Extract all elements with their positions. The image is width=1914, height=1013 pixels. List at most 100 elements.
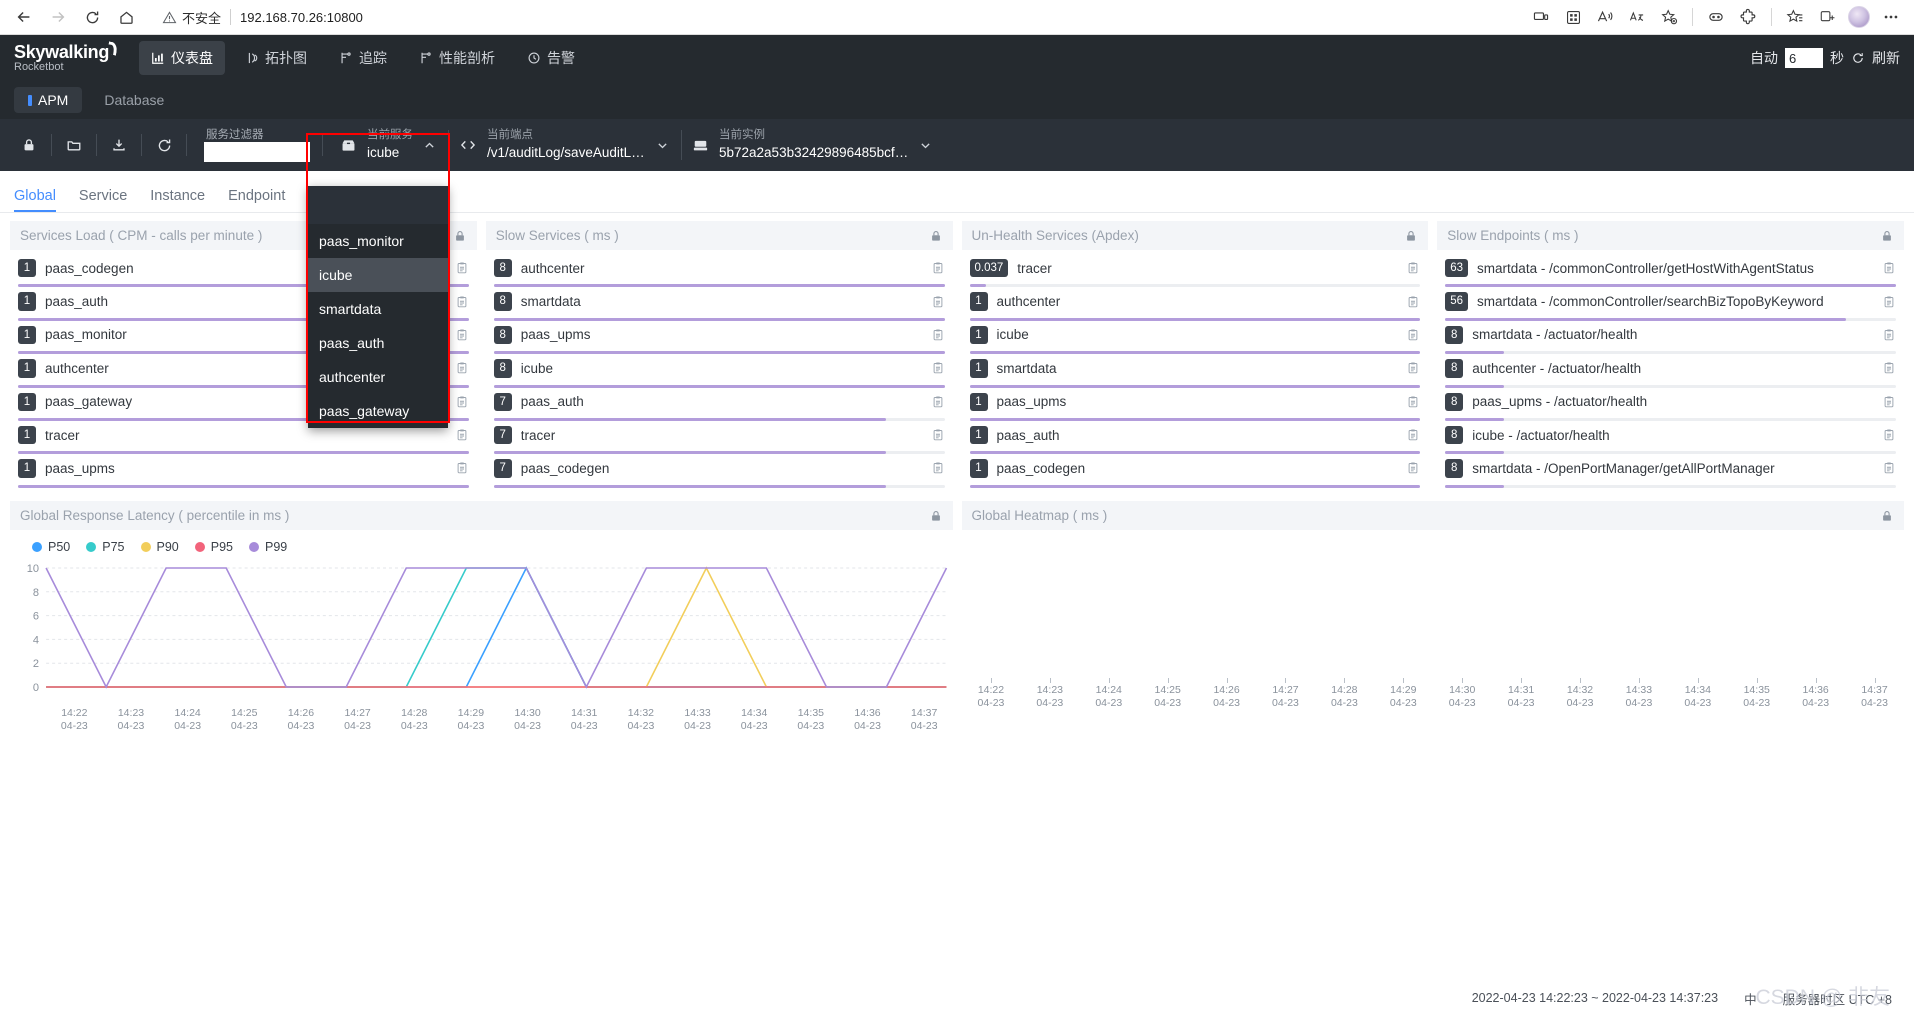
refresh-label[interactable]: 刷新 — [1872, 48, 1900, 68]
extensions-icon[interactable] — [1733, 2, 1763, 32]
tab-global[interactable]: Global — [14, 188, 70, 213]
list-item[interactable]: 7 tracer — [493, 421, 945, 455]
apps-grid-icon[interactable] — [1558, 2, 1588, 32]
list-item[interactable]: 1 paas_codegen — [969, 454, 1421, 488]
legend-item[interactable]: P90 — [140, 540, 179, 554]
copy-icon[interactable] — [455, 361, 469, 375]
copy-icon[interactable] — [1882, 261, 1896, 275]
dropdown-item-paas-gateway[interactable]: paas_gateway — [308, 394, 448, 428]
list-item[interactable]: 7 paas_codegen — [493, 454, 945, 488]
address-bar[interactable]: 不安全 192.168.70.26:10800 — [152, 4, 1516, 30]
list-item[interactable]: 8 authcenter — [493, 254, 945, 288]
dropdown-item-paas-auth[interactable]: paas_auth — [308, 326, 448, 360]
list-item[interactable]: 1 authcenter — [969, 287, 1421, 321]
lock-icon[interactable] — [453, 229, 467, 243]
copy-icon[interactable] — [931, 295, 945, 309]
auto-refresh-interval-input[interactable] — [1785, 48, 1823, 68]
copy-icon[interactable] — [1882, 395, 1896, 409]
copy-icon[interactable] — [455, 295, 469, 309]
legend-item[interactable]: P95 — [194, 540, 233, 554]
copy-icon[interactable] — [455, 328, 469, 342]
legend-item[interactable]: P50 — [32, 540, 70, 554]
nav-item-trace[interactable]: 追踪 — [327, 41, 399, 75]
copy-icon[interactable] — [1406, 428, 1420, 442]
copy-icon[interactable] — [931, 428, 945, 442]
list-item[interactable]: 1 smartdata — [969, 354, 1421, 388]
lock-icon[interactable] — [1880, 229, 1894, 243]
lock-icon[interactable] — [1880, 509, 1894, 523]
copy-icon[interactable] — [1406, 361, 1420, 375]
nav-item-topology[interactable]: 拓扑图 — [233, 41, 319, 75]
list-item[interactable]: 1 icube — [969, 321, 1421, 355]
split-screen-icon[interactable] — [1812, 2, 1842, 32]
list-item[interactable]: 8 paas_upms — [493, 321, 945, 355]
tab-apm[interactable]: APM — [14, 87, 83, 113]
copy-icon[interactable] — [1406, 295, 1420, 309]
current-service-selector[interactable]: 当前服务 icube — [330, 119, 448, 171]
dropdown-item-paas-monitor[interactable]: paas_monitor — [308, 224, 448, 258]
service-dropdown-list[interactable]: paas_monitor icube smartdata paas_auth a… — [308, 186, 448, 428]
copy-icon[interactable] — [455, 395, 469, 409]
list-item[interactable]: 8 icube - /actuator/health — [1445, 421, 1896, 455]
current-instance-selector[interactable]: 当前实例 5b72a2a53b32429896485bcf1... — [682, 119, 944, 171]
home-icon[interactable] — [110, 1, 142, 33]
copy-icon[interactable] — [1406, 395, 1420, 409]
list-item[interactable]: 8 icube — [493, 354, 945, 388]
dropdown-search-area[interactable] — [308, 186, 448, 224]
back-arrow-icon[interactable] — [8, 1, 40, 33]
tab-endpoint[interactable]: Endpoint — [228, 188, 299, 213]
reload-icon[interactable] — [76, 1, 108, 33]
list-item[interactable]: 1 paas_upms — [969, 388, 1421, 421]
add-favorite-icon[interactable] — [1654, 2, 1684, 32]
copy-icon[interactable] — [1882, 328, 1896, 342]
copy-icon[interactable] — [931, 461, 945, 475]
copy-icon[interactable] — [931, 261, 945, 275]
nav-item-profile[interactable]: 性能剖析 — [407, 41, 507, 75]
translate-icon[interactable] — [1622, 2, 1652, 32]
chevron-down-icon[interactable] — [656, 139, 669, 152]
copy-icon[interactable] — [931, 395, 945, 409]
list-item[interactable]: 0.037 tracer — [969, 254, 1421, 288]
language-label[interactable]: 中 — [1744, 989, 1757, 1008]
settings-more-icon[interactable] — [1876, 2, 1906, 32]
current-endpoint-selector[interactable]: 当前端点 /v1/auditLog/saveAuditLog — [449, 119, 681, 171]
copy-icon[interactable] — [1406, 261, 1420, 275]
list-item[interactable]: 8 smartdata - /OpenPortManager/getAllPort… — [1445, 454, 1896, 488]
lock-icon[interactable] — [929, 509, 943, 523]
nav-item-alarm[interactable]: 告警 — [515, 41, 587, 75]
copy-icon[interactable] — [1882, 295, 1896, 309]
list-item[interactable]: 8 authcenter - /actuator/health — [1445, 354, 1896, 388]
list-item[interactable]: 8 smartdata - /actuator/health — [1445, 321, 1896, 355]
dropdown-item-authcenter[interactable]: authcenter — [308, 360, 448, 394]
favorites-icon[interactable] — [1780, 2, 1810, 32]
chevron-up-icon[interactable] — [423, 139, 436, 152]
list-item[interactable]: 56 smartdata - /commonController/searchBi… — [1445, 287, 1896, 321]
list-item[interactable]: 7 paas_auth — [493, 388, 945, 421]
read-aloud-icon[interactable] — [1590, 2, 1620, 32]
service-filter-input[interactable] — [204, 142, 310, 163]
lock-icon[interactable] — [929, 229, 943, 243]
browser-essentials-icon[interactable] — [1701, 2, 1731, 32]
legend-item[interactable]: P99 — [249, 540, 287, 554]
copy-icon[interactable] — [1882, 428, 1896, 442]
copy-icon[interactable] — [931, 328, 945, 342]
copy-icon[interactable] — [1882, 461, 1896, 475]
list-item[interactable]: 8 paas_upms - /actuator/health — [1445, 388, 1896, 421]
lock-icon[interactable] — [1404, 229, 1418, 243]
dropdown-item-smartdata[interactable]: smartdata — [308, 292, 448, 326]
copy-icon[interactable] — [1406, 328, 1420, 342]
list-item[interactable]: 8 smartdata — [493, 287, 945, 321]
tab-database[interactable]: Database — [90, 87, 178, 113]
cast-icon[interactable] — [1526, 2, 1556, 32]
tab-service[interactable]: Service — [79, 188, 141, 213]
copy-icon[interactable] — [1882, 361, 1896, 375]
refresh-icon[interactable] — [1851, 51, 1865, 65]
copy-icon[interactable] — [931, 361, 945, 375]
list-item[interactable]: 1 paas_upms — [18, 454, 469, 488]
folder-icon[interactable] — [59, 130, 89, 160]
dropdown-item-icube[interactable]: icube — [308, 258, 448, 292]
download-icon[interactable] — [104, 130, 134, 160]
lock-icon[interactable] — [14, 130, 44, 160]
forward-arrow-icon[interactable] — [42, 1, 74, 33]
profile-avatar[interactable] — [1848, 6, 1870, 28]
